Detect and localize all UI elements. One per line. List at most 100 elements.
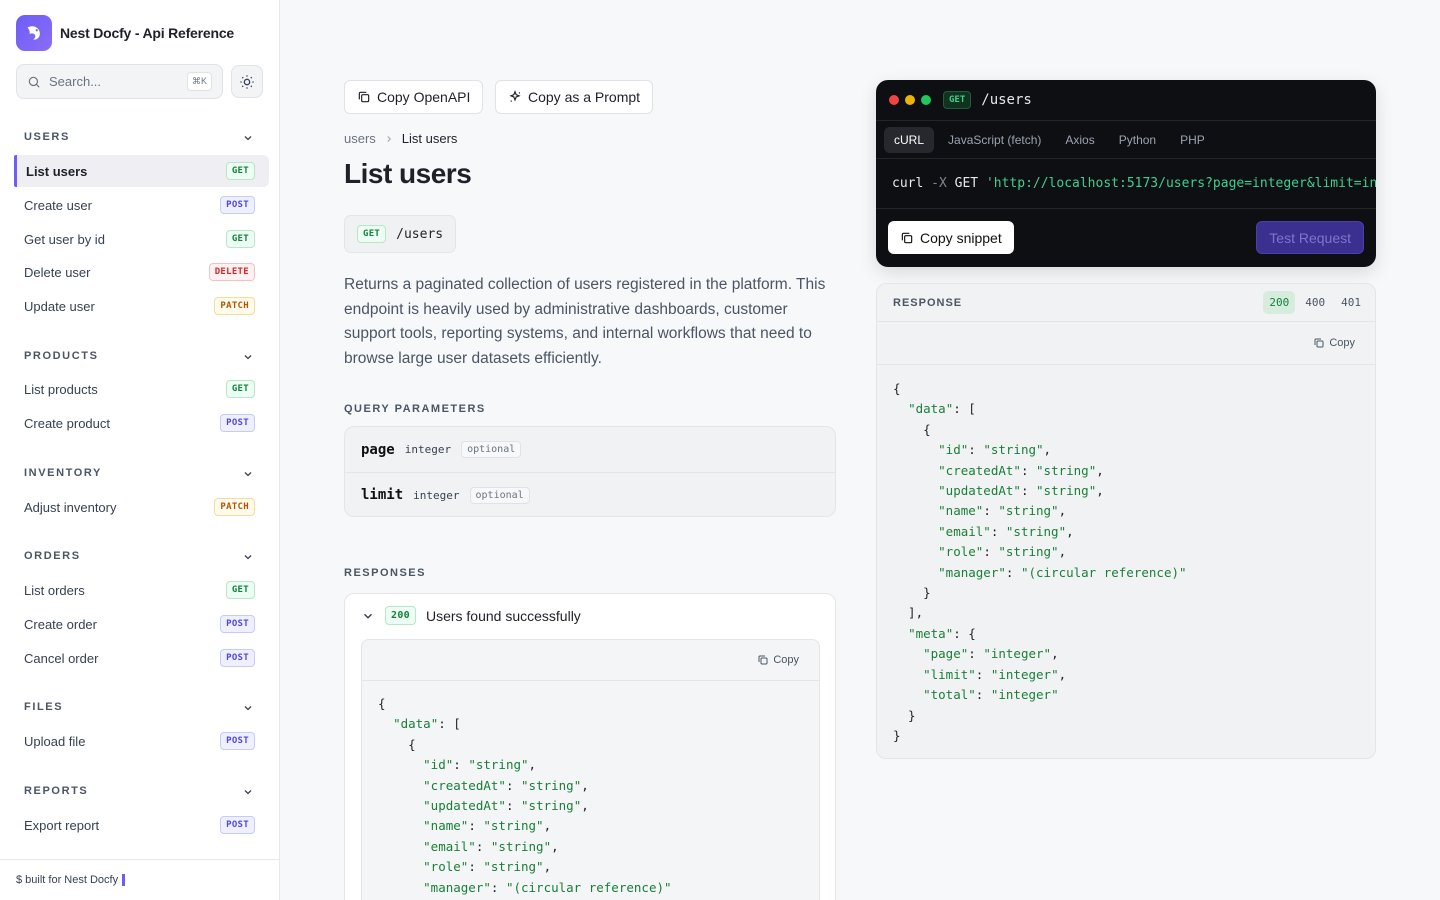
sidebar-item-label: Get user by id — [24, 231, 105, 247]
copy-snippet-button[interactable]: Copy snippet — [888, 221, 1014, 254]
sidebar-item-label: Adjust inventory — [24, 499, 117, 515]
sidebar-item[interactable]: Delete user DELETE — [14, 256, 269, 288]
response-header[interactable]: 200 Users found successfully — [361, 606, 581, 625]
sidebar-item[interactable]: List users GET — [14, 155, 269, 187]
method-badge: GET — [225, 162, 255, 180]
response-example-json: { "data": [ { "id": "string", "createdAt… — [893, 381, 1187, 743]
status-tab-401[interactable]: 401 — [1335, 291, 1367, 314]
endpoint-pill: GET /users — [344, 215, 457, 253]
chevron-down-icon[interactable] — [242, 351, 254, 363]
brand[interactable]: Nest Docfy - Api Reference — [16, 15, 234, 51]
param-name: limit — [361, 487, 404, 503]
method-badge: POST — [220, 196, 255, 214]
window-dot-red — [889, 95, 899, 105]
response-example-panel: RESPONSE 200 400 401 Copy { "data": [ { … — [876, 283, 1376, 759]
language-tabs: cURL JavaScript (fetch) Axios Python PHP — [876, 121, 1376, 159]
responses-label: RESPONSES — [344, 567, 426, 579]
window-dot-green — [921, 95, 931, 105]
sidebar-item[interactable]: Get user by id GET — [14, 223, 269, 255]
param-type: integer — [404, 443, 452, 456]
response-description: Users found successfully — [425, 607, 581, 624]
copy-openapi-button[interactable]: Copy OpenAPI — [344, 80, 484, 114]
status-badge: 200 — [385, 606, 416, 625]
search-shortcut: ⌘K — [186, 72, 212, 91]
param-row: page integer optional — [345, 427, 835, 472]
sidebar-item[interactable]: Cancel order POST — [14, 642, 269, 674]
sidebar-item[interactable]: List products GET — [14, 373, 269, 405]
method-badge: DELETE — [208, 263, 255, 281]
sidebar-item[interactable]: List orders GET — [14, 574, 269, 606]
sidebar-item-label: Create user — [24, 197, 92, 213]
tab-axios[interactable]: Axios — [1055, 127, 1104, 153]
terminal-path: /users — [981, 92, 1032, 108]
logo-icon — [16, 15, 52, 51]
query-params-label: QUERY PARAMETERS — [344, 403, 486, 415]
command-flag: -X — [931, 176, 947, 191]
chevron-down-icon[interactable] — [361, 609, 375, 623]
sidebar-item-label: Delete user — [24, 264, 91, 280]
chevron-down-icon[interactable] — [242, 468, 254, 480]
copy-response-button[interactable]: Copy — [757, 654, 799, 666]
tab-javascript-fetch[interactable]: JavaScript (fetch) — [938, 127, 1051, 153]
page-title: List users — [344, 158, 472, 189]
chevron-down-icon[interactable] — [242, 132, 254, 144]
endpoint-path: /users — [396, 226, 444, 242]
response-panel-title: RESPONSE — [893, 296, 963, 309]
sidebar-item-label: Export report — [24, 817, 100, 833]
copy-prompt-button[interactable]: Copy as a Prompt — [495, 80, 654, 114]
nav-group-title[interactable]: PRODUCTS — [24, 350, 99, 362]
command-prefix: curl — [892, 176, 924, 191]
sidebar-item[interactable]: Export report POST — [14, 809, 269, 841]
copy-icon — [901, 232, 913, 243]
method-badge: PATCH — [214, 498, 255, 516]
nav-group-title[interactable]: REPORTS — [24, 785, 88, 797]
chevron-down-icon[interactable] — [242, 551, 254, 563]
status-tab-400[interactable]: 400 — [1299, 291, 1331, 314]
status-tab-200[interactable]: 200 — [1263, 291, 1296, 314]
breadcrumb-parent[interactable]: users — [344, 131, 376, 146]
sidebar-item[interactable]: Create order POST — [14, 608, 269, 640]
sidebar-item-label: List users — [26, 163, 88, 179]
nav-group-title[interactable]: FILES — [24, 701, 63, 713]
method-badge: POST — [220, 816, 255, 834]
chevron-down-icon[interactable] — [242, 702, 254, 714]
command-url: 'http://localhost:5173/users?page=intege… — [985, 176, 1376, 191]
sidebar-item[interactable]: Create user POST — [14, 189, 269, 221]
test-request-button[interactable]: Test Request — [1256, 221, 1364, 254]
sidebar-item[interactable]: Upload file POST — [14, 725, 269, 757]
nav-group-title[interactable]: INVENTORY — [24, 467, 102, 479]
param-optional-badge: optional — [469, 486, 530, 504]
theme-toggle-button[interactable] — [231, 65, 263, 98]
copy-icon — [1314, 338, 1324, 348]
nav-group-title[interactable]: ORDERS — [24, 550, 81, 562]
method-badge: GET — [225, 380, 255, 398]
sidebar-item[interactable]: Adjust inventory PATCH — [14, 491, 269, 523]
sidebar-item-label: Create order — [24, 616, 97, 632]
search-placeholder: Search... — [49, 74, 102, 89]
method-badge: GET — [225, 230, 255, 248]
status-code-tabs: 200 400 401 — [1263, 291, 1367, 314]
response-schema-block: Copy { "data": [ { "id": "string", "crea… — [361, 639, 820, 900]
sidebar-item[interactable]: Update user PATCH — [14, 290, 269, 322]
nav-group-title[interactable]: USERS — [24, 131, 70, 143]
copy-prompt-label: Copy as a Prompt — [528, 89, 641, 105]
terminal-method-badge: GET — [943, 91, 972, 109]
sidebar-item-label: Create product — [24, 415, 110, 431]
method-badge: PATCH — [214, 297, 255, 315]
search-input[interactable]: Search... ⌘K — [16, 64, 223, 99]
chevron-down-icon[interactable] — [242, 786, 254, 798]
copy-openapi-label: Copy OpenAPI — [377, 89, 471, 105]
app-title: Nest Docfy - Api Reference — [60, 25, 234, 41]
param-row: limit integer optional — [345, 472, 835, 516]
tab-php[interactable]: PHP — [1170, 127, 1215, 153]
tab-curl[interactable]: cURL — [884, 126, 935, 153]
method-badge: POST — [220, 732, 255, 750]
tab-python[interactable]: Python — [1109, 127, 1166, 153]
footer-text: $ built for Nest Docfy — [16, 874, 119, 886]
copy-example-button[interactable]: Copy — [1313, 337, 1355, 349]
param-type: integer — [413, 488, 460, 502]
cursor-bar — [122, 874, 126, 886]
sidebar-item[interactable]: Create product POST — [14, 407, 269, 439]
code-snippet-panel: GET /users cURL JavaScript (fetch) Axios… — [876, 80, 1376, 267]
copy-icon — [358, 91, 370, 103]
